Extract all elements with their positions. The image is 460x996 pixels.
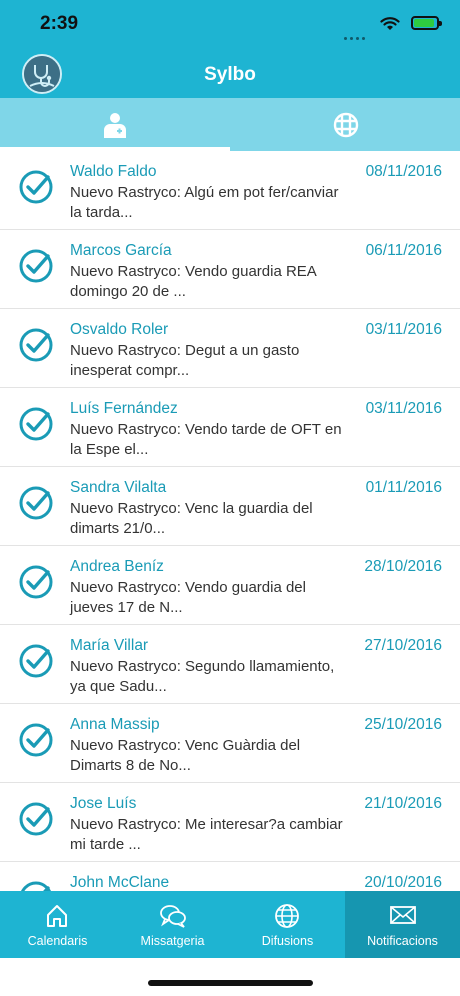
home-indicator[interactable] — [148, 980, 313, 986]
notification-row[interactable]: Jose Luís 21/10/2016 Nuevo Rastryco: Me in… — [0, 783, 460, 862]
preview-line: Nuevo Rastryco: Vendo guardia REA — [70, 263, 317, 280]
notification-date: 03/11/2016 — [365, 400, 442, 417]
preview-line: Nuevo Rastryco: Segundo llamamiento, — [70, 658, 335, 675]
tab-doctors[interactable] — [0, 98, 230, 151]
preview-line: ya que Sadu... — [70, 677, 167, 695]
tabbar-item-difusions[interactable]: Difusions — [230, 891, 345, 958]
preview-line: mi tarde ... — [70, 835, 141, 853]
notification-sender: Marcos García — [70, 242, 172, 259]
nav-bar: Sylbo — [0, 50, 460, 98]
checkmark-circle-icon — [18, 722, 54, 763]
preview-line: la tarda... — [70, 203, 133, 221]
checkmark-circle-icon — [18, 643, 54, 684]
preview-line: Nuevo Rastryco: Vendo tarde de OFT en — [70, 421, 342, 438]
tabbar-label: Notificacions — [367, 934, 438, 948]
preview-line: Nuevo Rastryco: Vendo guardia del — [70, 579, 306, 596]
notification-row[interactable]: John McClane 20/10/2016 — [0, 862, 460, 891]
notification-row[interactable]: Marcos García 06/11/2016 Nuevo Rastryco: V… — [0, 230, 460, 309]
checkmark-circle-icon — [18, 880, 54, 891]
notification-sender: John McClane — [70, 874, 170, 891]
checkmark-circle-icon — [18, 406, 54, 447]
notification-date: 28/10/2016 — [364, 558, 442, 575]
preview-line: dimarts 21/0... — [70, 519, 166, 537]
preview-line: Dimarts 8 de No... — [70, 756, 191, 774]
notification-date: 25/10/2016 — [364, 716, 442, 733]
tabbar-label: Missatgeria — [140, 934, 205, 948]
globe-icon — [275, 904, 299, 928]
cellular-signal-icon — [344, 27, 368, 45]
tab-broadcast[interactable] — [230, 98, 460, 151]
notification-preview: Nuevo Rastryco: Venc Guàrdia del Dimarts … — [70, 736, 370, 775]
notification-preview: Nuevo Rastryco: Me interesar?a cambiar mi… — [70, 815, 370, 854]
chat-icon — [160, 905, 186, 928]
notification-sender: Sandra Vilalta — [70, 479, 167, 496]
notification-sender: Anna Massip — [70, 716, 160, 733]
notification-row[interactable]: Anna Massip 25/10/2016 Nuevo Rastryco: Ven… — [0, 704, 460, 783]
preview-line: Nuevo Rastryco: Venc la guardia del — [70, 500, 313, 517]
bottom-tab-bar: Calendaris Missatgeria Difusions Notific… — [0, 891, 460, 958]
notification-date: 21/10/2016 — [364, 795, 442, 812]
notification-preview: Nuevo Rastryco: Vendo guardia del jueves … — [70, 578, 370, 617]
notification-preview: Nuevo Rastryco: Degut a un gasto inespera… — [70, 341, 370, 380]
battery-icon — [411, 16, 442, 30]
checkmark-circle-icon — [18, 248, 54, 289]
notification-sender: Jose Luís — [70, 795, 137, 812]
preview-line: Nuevo Rastryco: Venc Guàrdia del — [70, 737, 301, 754]
notification-list: Waldo Faldo 08/11/2016 Nuevo Rastryco: Alg… — [0, 151, 460, 891]
checkmark-circle-icon — [18, 169, 54, 210]
notification-row[interactable]: María Villar 27/10/2016 Nuevo Rastryco: Se… — [0, 625, 460, 704]
notification-sender: Waldo Faldo — [70, 163, 157, 180]
checkmark-circle-icon — [18, 564, 54, 605]
segment-tabs — [0, 98, 460, 151]
checkmark-circle-icon — [18, 801, 54, 842]
preview-line: la Espe el... — [70, 440, 149, 458]
wifi-icon — [380, 16, 400, 36]
tabbar-item-calendaris[interactable]: Calendaris — [0, 891, 115, 958]
notification-date: 27/10/2016 — [364, 637, 442, 654]
notification-preview: Nuevo Rastryco: Venc la guardia del dimar… — [70, 499, 370, 538]
preview-line: Nuevo Rastryco: Algú em pot fer/canviar — [70, 184, 339, 201]
notification-sender: Luís Fernández — [70, 400, 178, 417]
notification-date: 03/11/2016 — [365, 321, 442, 338]
checkmark-circle-icon — [18, 327, 54, 368]
doctor-icon — [104, 113, 126, 138]
notification-row[interactable]: Andrea Beníz 28/10/2016 Nuevo Rastryco: Ve… — [0, 546, 460, 625]
preview-line: domingo 20 de ... — [70, 282, 186, 300]
notification-sender: María Villar — [70, 637, 149, 654]
preview-line: Nuevo Rastryco: Degut a un gasto — [70, 342, 300, 359]
notification-date: 08/11/2016 — [365, 163, 442, 180]
home-indicator-area — [0, 958, 460, 996]
envelope-icon — [390, 906, 416, 924]
preview-line: inesperat compr... — [70, 361, 190, 379]
notification-preview: Nuevo Rastryco: Vendo guardia REA domingo… — [70, 262, 370, 301]
notification-date: 20/10/2016 — [364, 874, 442, 891]
status-bar: 2:39 — [0, 0, 460, 50]
notification-preview: Nuevo Rastryco: Vendo tarde de OFT en la … — [70, 420, 370, 459]
grid-globe-icon — [333, 112, 359, 138]
status-time: 2:39 — [40, 13, 79, 34]
notification-row[interactable]: Osvaldo Roler 03/11/2016 Nuevo Rastryco: D… — [0, 309, 460, 388]
notification-preview: Nuevo Rastryco: Segundo llamamiento, ya q… — [70, 657, 370, 696]
notification-sender: Andrea Beníz — [70, 558, 164, 575]
notification-row[interactable]: Sandra Vilalta 01/11/2016 Nuevo Rastryco: … — [0, 467, 460, 546]
notification-sender: Osvaldo Roler — [70, 321, 169, 338]
tabbar-item-missatgeria[interactable]: Missatgeria — [115, 891, 230, 958]
notification-preview: Nuevo Rastryco: Algú em pot fer/canviar l… — [70, 183, 370, 222]
tabbar-item-notificacions[interactable]: Notificacions — [345, 891, 460, 958]
page-title: Sylbo — [204, 64, 256, 85]
home-icon — [47, 905, 67, 927]
preview-line: Nuevo Rastryco: Me interesar?a cambiar — [70, 816, 343, 833]
preview-line: jueves 17 de N... — [70, 598, 183, 616]
notification-date: 06/11/2016 — [365, 242, 442, 259]
checkmark-circle-icon — [18, 485, 54, 526]
notification-row[interactable]: Waldo Faldo 08/11/2016 Nuevo Rastryco: Alg… — [0, 151, 460, 230]
notification-row[interactable]: Luís Fernández 03/11/2016 Nuevo Rastryco: … — [0, 388, 460, 467]
notification-date: 01/11/2016 — [365, 479, 442, 496]
tabbar-label: Calendaris — [27, 934, 88, 948]
tabbar-label: Difusions — [261, 934, 314, 948]
